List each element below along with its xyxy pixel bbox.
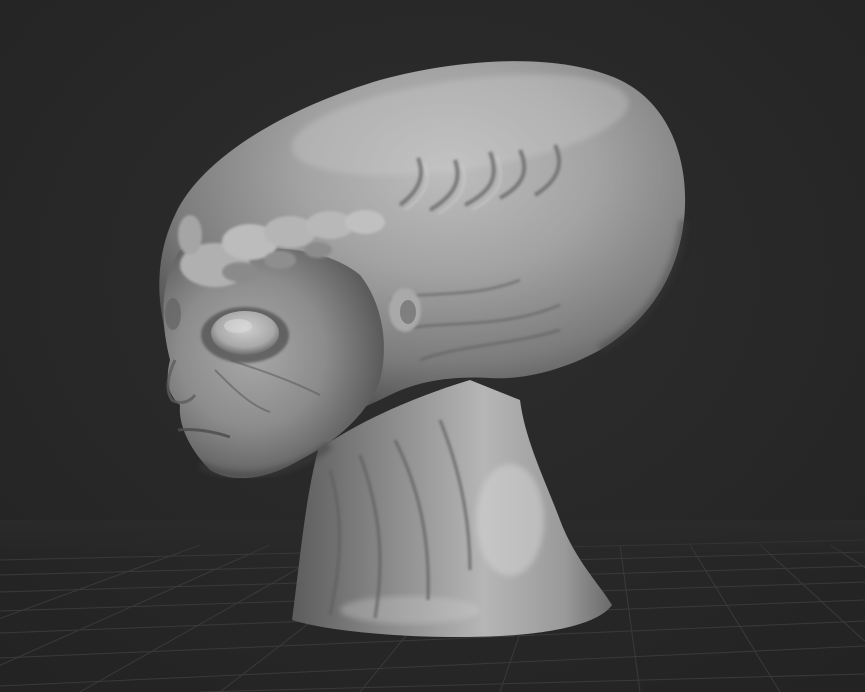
neck-highlight bbox=[476, 464, 544, 576]
3d-viewport[interactable] bbox=[0, 0, 865, 692]
viewport-canvas[interactable] bbox=[0, 0, 865, 692]
eye bbox=[211, 311, 279, 355]
base-highlight bbox=[340, 596, 480, 624]
ear-canal bbox=[400, 300, 416, 324]
far-eye bbox=[165, 298, 181, 330]
eye-highlight bbox=[224, 319, 252, 333]
